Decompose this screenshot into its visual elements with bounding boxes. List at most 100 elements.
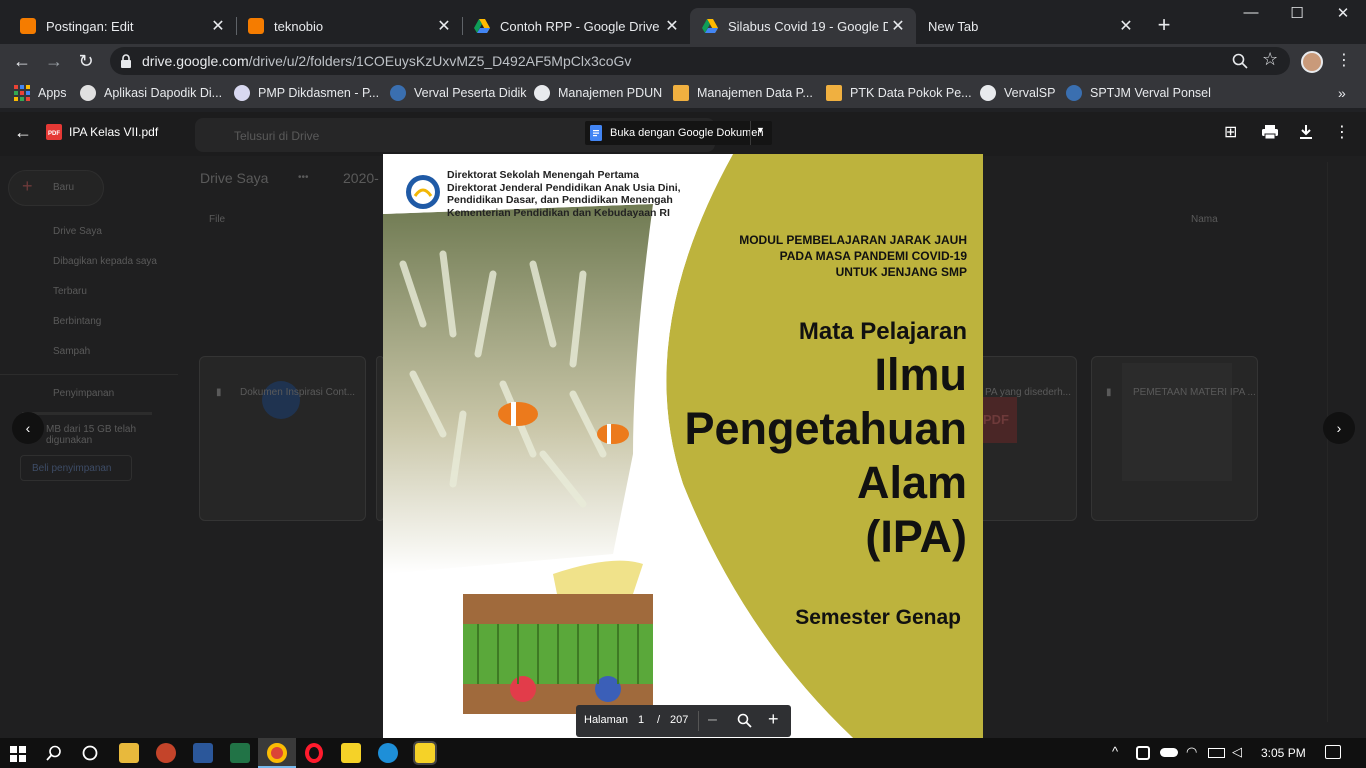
sidebar-item-shared[interactable]: Dibagikan kepada saya [53,256,157,267]
tab-silabus-covid[interactable]: Silabus Covid 19 - Google Drive ✕ [690,8,916,44]
show-hidden-icons[interactable]: ^ [1112,744,1118,759]
file-card[interactable] [1091,356,1258,521]
bookmark-apps[interactable]: Apps [14,85,67,101]
sidebar-item-storage[interactable]: Penyimpanan [53,388,114,399]
edge-icon[interactable] [378,743,398,763]
clock-time[interactable]: 3:05 PM [1261,746,1306,760]
tab-new-tab[interactable]: New Tab ✕ [916,8,1144,44]
previous-file-button[interactable]: ‹ [12,412,44,444]
bookmark-pmp[interactable]: PMP Dikdasmen - P... [234,85,379,101]
zoom-magnifier-icon[interactable] [1232,53,1248,69]
next-file-button[interactable]: › [1323,412,1355,444]
notifications-icon[interactable] [1325,745,1341,759]
kebab-menu-icon[interactable]: ⋮ [1336,50,1352,70]
breadcrumb-more[interactable]: ••• [298,172,309,183]
opera-icon[interactable] [305,743,323,763]
volume-icon[interactable]: ◁ [1232,744,1242,760]
task-view-icon[interactable] [82,745,98,761]
powerpoint-icon[interactable] [156,743,176,763]
word-icon[interactable] [193,743,213,763]
close-tab-icon[interactable]: ✕ [208,16,228,36]
new-tab-button[interactable]: + [1152,14,1176,38]
tab-title: teknobio [274,18,324,34]
title-line: Alam [856,457,967,508]
search-icon[interactable] [46,745,62,761]
wifi-icon[interactable]: ◠ [1186,744,1197,760]
tab-contoh-rpp[interactable]: Contoh RPP - Google Drive ✕ [462,8,690,44]
back-arrow-icon[interactable]: ← [14,122,32,143]
more-options-icon[interactable]: ⋮ [1334,122,1350,142]
zoom-icon[interactable] [737,713,752,728]
maximize-button[interactable]: ☐ [1274,4,1320,28]
tab-title: Contoh RPP - Google Drive [500,18,660,34]
sticky-notes-icon[interactable] [413,741,437,765]
star-icon[interactable]: ☆ [1262,49,1278,70]
open-with-label: Buka dengan Google Dokumen [610,127,764,139]
battery-icon[interactable] [1208,748,1225,758]
close-tab-icon[interactable]: ✕ [888,16,908,36]
bookmarks-overflow-icon[interactable]: » [1338,85,1346,101]
institution-line: Direktorat Jenderal Pendidikan Anak Usia… [447,181,681,194]
page-separator: / [657,714,661,726]
bookmark-ptk[interactable]: PTK Data Pokok Pe... [826,85,972,101]
onedrive-icon[interactable] [1160,748,1178,757]
tab-postingan[interactable]: Postingan: Edit ✕ [8,8,236,44]
open-with-button[interactable]: Buka dengan Google Dokumen ▼ [585,121,772,145]
forward-arrow-icon[interactable]: → [42,49,66,73]
bookmark-sptjm[interactable]: SPTJM Verval Ponsel [1066,85,1211,101]
tab-teknobio[interactable]: teknobio ✕ [236,8,462,44]
back-arrow-icon[interactable]: ← [10,49,34,73]
windows-start-icon[interactable] [10,746,26,762]
page-controls: Halaman 1 / 207 – + [576,705,791,737]
drive-search-input[interactable]: Telusuri di Drive [234,129,319,143]
profile-avatar[interactable] [1301,51,1323,73]
page-label: Halaman [584,714,629,726]
sidebar-item-trash[interactable]: Sampah [53,346,90,357]
file-card[interactable] [199,356,366,521]
close-tab-icon[interactable]: ✕ [1116,16,1136,36]
bookmark-pdun[interactable]: Manajemen PDUN [534,85,662,101]
file-name: Dokumen Inspirasi Cont... [240,387,356,398]
sidebar-item-starred[interactable]: Berbintang [53,316,101,327]
zoom-out-icon[interactable]: – [708,711,717,729]
meet-now-icon[interactable] [1136,746,1150,760]
sidebar-item-recent[interactable]: Terbaru [53,286,87,297]
bookmark-vervalsp[interactable]: VervalSP [980,85,1055,101]
zoom-in-icon[interactable]: + [768,709,779,730]
kemdikbud-icon [1066,85,1082,101]
file-card[interactable]: PDF [983,356,1077,521]
current-page-input[interactable]: 1 [638,714,644,726]
bookmark-dapodik[interactable]: Aplikasi Dapodik Di... [80,85,222,101]
breadcrumb-current[interactable]: 2020- [343,170,379,186]
print-icon[interactable] [1262,125,1278,139]
sidebar-item-my-drive[interactable]: Drive Saya [53,226,102,237]
file-explorer-icon[interactable] [119,743,139,763]
globe-icon [980,85,996,101]
browser-toolbar: ← → ↻ drive.google.com/drive/u/2/folders… [0,44,1366,78]
excel-icon[interactable] [230,743,250,763]
add-comment-icon[interactable]: ⊞ [1224,122,1237,142]
apps-grid-icon [14,85,30,101]
minimize-button[interactable]: — [1228,4,1274,28]
close-window-button[interactable]: ✕ [1320,4,1366,28]
media-player-icon[interactable] [341,743,361,763]
reload-icon[interactable]: ↻ [74,49,98,73]
pdf-file-icon: ▮ [1106,387,1112,398]
close-tab-icon[interactable]: ✕ [434,16,454,36]
windows-taskbar: ^ ◠ ◁ 3:05 PM [0,738,1366,768]
bookmark-label: VervalSP [1004,86,1056,100]
address-bar[interactable]: drive.google.com/drive/u/2/folders/1COEu… [110,47,1290,75]
dropdown-arrow-icon[interactable]: ▼ [756,125,765,135]
url-path: /drive/u/2/folders/1COEuysKzUxvMZ5_D492A… [248,53,632,69]
bookmark-manajemen-data[interactable]: Manajemen Data P... [673,85,813,101]
subject-prefix: Mata Pelajaran [798,318,967,345]
institution-line: Direktorat Sekolah Menengah Pertama [447,169,639,181]
bookmark-label: SPTJM Verval Ponsel [1090,86,1211,100]
module-line: MODUL PEMBELAJARAN JARAK JAUH [739,233,967,247]
download-icon[interactable] [1299,124,1313,140]
semester-label: Semester Genap [795,606,961,629]
bookmark-verval-pd[interactable]: Verval Peserta Didik [390,85,527,101]
breadcrumb-root[interactable]: Drive Saya [200,170,268,186]
sort-by-name[interactable]: Nama [1191,214,1218,225]
close-tab-icon[interactable]: ✕ [662,16,682,36]
